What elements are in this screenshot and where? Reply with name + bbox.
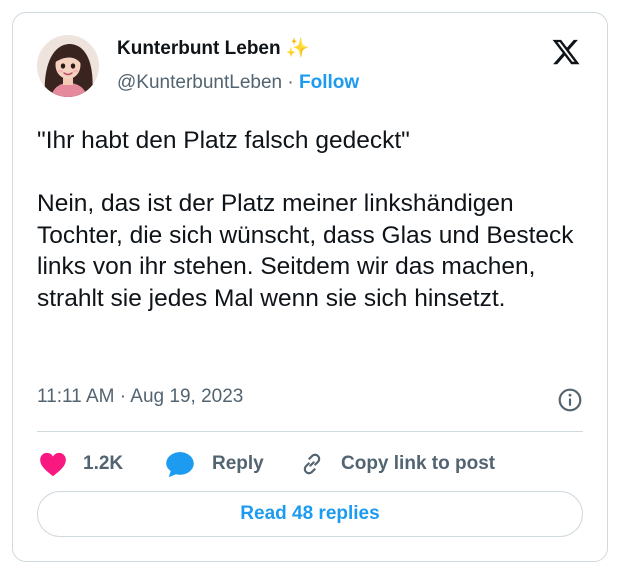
reply-label: Reply xyxy=(212,453,264,474)
like-count: 1.2K xyxy=(83,453,124,474)
info-icon[interactable] xyxy=(557,387,583,413)
read-replies-button[interactable]: Read 48 replies xyxy=(37,491,583,537)
heart-icon xyxy=(40,452,66,477)
speech-bubble-icon xyxy=(166,452,194,478)
copy-link-button[interactable]: Copy link to post xyxy=(299,449,495,479)
author-handle-row: @KunterbuntLeben · Follow xyxy=(117,72,359,94)
reply-button[interactable]: Reply xyxy=(165,449,264,479)
x-logo-icon[interactable] xyxy=(551,37,581,67)
avatar[interactable] xyxy=(37,35,99,97)
divider xyxy=(37,431,583,432)
author-handle[interactable]: @KunterbuntLeben xyxy=(117,72,282,93)
link-icon xyxy=(303,453,321,475)
follow-button[interactable]: Follow xyxy=(299,72,359,93)
like-button[interactable]: 1.2K xyxy=(39,449,123,479)
tweet-text: "Ihr habt den Platz falsch gedeckt" Nein… xyxy=(37,127,574,312)
cartoon-woman-avatar-icon xyxy=(37,35,99,97)
copy-link-label: Copy link to post xyxy=(341,453,496,474)
handle-separator: · xyxy=(282,72,299,93)
tweet-card: Kunterbunt Leben ✨ @KunterbuntLeben · Fo… xyxy=(12,12,608,562)
author-display-name[interactable]: Kunterbunt Leben ✨ xyxy=(117,36,310,60)
tweet-timestamp[interactable]: 11:11 AM · Aug 19, 2023 xyxy=(37,386,243,408)
